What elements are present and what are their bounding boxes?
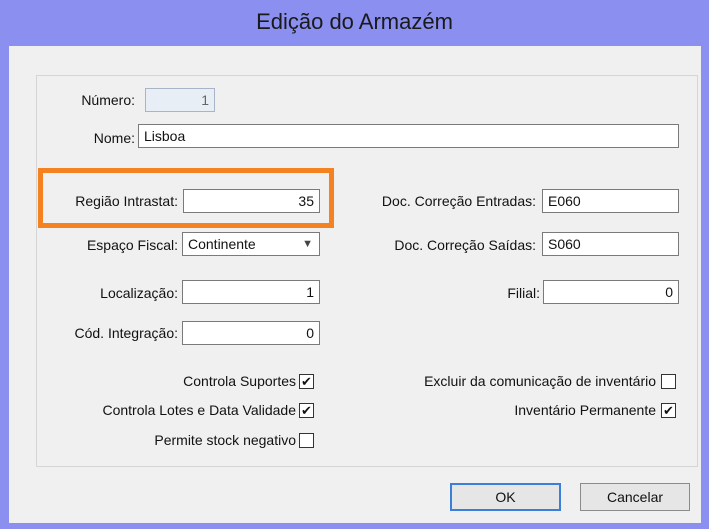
permite-stock-negativo-label: Permite stock negativo [154, 432, 296, 448]
ok-button[interactable]: OK [450, 483, 561, 511]
controla-lotes-checkbox[interactable]: ✔ [299, 403, 314, 418]
doc-correcao-saidas-field[interactable]: S060 [542, 232, 679, 256]
window-frame-bottom [0, 523, 709, 529]
localizacao-label: Localização: [100, 285, 178, 301]
doc-correcao-saidas-label: Doc. Correção Saídas: [394, 237, 536, 253]
espaco-fiscal-label: Espaço Fiscal: [86, 237, 178, 253]
title-bar[interactable]: Edição do Armazém [0, 0, 709, 46]
regiao-intrastat-field[interactable]: 35 [183, 189, 320, 213]
window-frame-left [0, 46, 9, 529]
numero-field: 1 [145, 88, 215, 112]
numero-label: Número: [81, 92, 135, 108]
filial-label: Filial: [507, 285, 540, 301]
nome-label: Nome: [93, 130, 135, 146]
regiao-intrastat-label: Região Intrastat: [75, 193, 178, 209]
excluir-comunicacao-label: Excluir da comunicação de inventário [424, 373, 656, 389]
cod-integracao-field[interactable]: 0 [182, 321, 320, 345]
controla-lotes-label: Controla Lotes e Data Validade [102, 402, 296, 418]
permite-stock-negativo-checkbox[interactable] [299, 433, 314, 448]
filial-field[interactable]: 0 [543, 280, 679, 304]
excluir-comunicacao-checkbox[interactable] [661, 374, 676, 389]
controla-suportes-checkbox[interactable]: ✔ [299, 374, 314, 389]
nome-field[interactable]: Lisboa [138, 124, 679, 148]
controla-suportes-label: Controla Suportes [183, 373, 296, 389]
espaco-fiscal-select[interactable]: Continente ▼ [182, 232, 320, 256]
inventario-permanente-label: Inventário Permanente [514, 402, 656, 418]
chevron-down-icon[interactable]: ▼ [302, 233, 313, 255]
window-title: Edição do Armazém [256, 9, 453, 34]
doc-correcao-entradas-field[interactable]: E060 [542, 189, 679, 213]
window-frame-right [701, 46, 709, 529]
doc-correcao-entradas-label: Doc. Correção Entradas: [381, 193, 536, 209]
inventario-permanente-checkbox[interactable]: ✔ [661, 403, 676, 418]
localizacao-field[interactable]: 1 [182, 280, 320, 304]
espaco-fiscal-value: Continente [188, 236, 256, 252]
cod-integracao-label: Cód. Integração: [74, 325, 178, 341]
cancel-button[interactable]: Cancelar [580, 483, 690, 511]
